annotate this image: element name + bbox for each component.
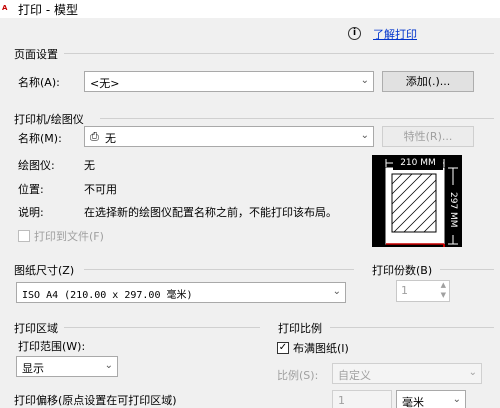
chevron-down-icon: ⌄ [452, 394, 461, 405]
plot-offset-title: 打印偏移(原点设置在可打印区域) [14, 394, 177, 407]
description-value: 在选择新的绘图仪配置名称之前，不能打印该布局。 [84, 206, 337, 219]
copies-value: 1 [401, 284, 408, 297]
page-setup-divider [64, 53, 494, 54]
description-label: 说明: [18, 206, 44, 219]
page-setup-name-value: <无> [90, 77, 120, 90]
plot-scale-title: 打印比例 [278, 322, 322, 335]
spin-up-icon[interactable]: ▲ [441, 281, 446, 289]
chevron-down-icon: ⌄ [468, 367, 477, 378]
info-icon[interactable]: i [348, 27, 361, 40]
plot-area-title: 打印区域 [14, 322, 58, 335]
preview-width-label: 210 MM [393, 157, 443, 170]
copies-divider [440, 269, 494, 270]
scale-combo[interactable]: 自定义 ⌄ [332, 363, 482, 384]
print-to-file-checkbox[interactable] [18, 230, 30, 242]
copies-spinner[interactable]: 1 ▲ ▼ [396, 280, 450, 302]
plot-scale-divider [330, 327, 494, 328]
paper-size-divider [84, 269, 354, 270]
scale-label: 比例(S): [277, 369, 319, 382]
window-title: 打印 - 模型 [18, 3, 78, 17]
printer-title: 打印机/绘图仪 [14, 113, 84, 126]
printer-name-label: 名称(M): [18, 132, 62, 145]
paper-size-combo[interactable]: ISO A4 (210.00 x 297.00 毫米) ⌄ [16, 282, 346, 303]
printer-icon: ⎙ [90, 130, 99, 143]
print-to-file-label: 打印到文件(F) [34, 230, 104, 243]
scale-value: 自定义 [338, 369, 371, 382]
printer-name-value: 无 [105, 132, 116, 145]
scale-unit: 毫米 [402, 396, 424, 408]
copies-title: 打印份数(B) [372, 264, 433, 277]
spin-down-icon[interactable]: ▼ [441, 291, 446, 299]
chevron-down-icon: ⌄ [360, 130, 369, 141]
help-link[interactable]: 了解打印 [373, 26, 417, 42]
paper-size-title: 图纸尺寸(Z) [14, 264, 75, 277]
location-label: 位置: [18, 183, 44, 196]
scale-number: 1 [338, 394, 345, 407]
page-setup-title: 页面设置 [14, 48, 58, 61]
printer-divider [100, 118, 494, 119]
plotter-value: 无 [84, 159, 95, 172]
chevron-down-icon: ⌄ [360, 75, 369, 86]
scale-value-field[interactable]: 1 [332, 390, 392, 408]
plot-range-label: 打印范围(W): [18, 340, 86, 353]
location-value: 不可用 [84, 183, 117, 196]
plot-area-divider [64, 327, 260, 328]
fit-to-paper-label: 布满图纸(I) [293, 342, 349, 355]
chevron-down-icon: ⌄ [104, 360, 113, 371]
page-setup-name-combo[interactable]: <无> ⌄ [84, 71, 374, 92]
app-icon: A [2, 4, 8, 12]
page-setup-name-label: 名称(A): [18, 76, 60, 89]
add-button[interactable]: 添加(.)... [382, 71, 474, 92]
scale-unit-combo[interactable]: 毫米 ⌄ [396, 390, 466, 408]
properties-button[interactable]: 特性(R)... [382, 126, 474, 147]
chevron-down-icon: ⌄ [332, 286, 341, 297]
plotter-label: 绘图仪: [18, 159, 55, 172]
preview-height-label: 297 MM [445, 185, 458, 235]
paper-size-value: ISO A4 (210.00 x 297.00 毫米) [22, 290, 193, 301]
printer-name-combo[interactable]: ⎙ 无 ⌄ [84, 126, 374, 147]
fit-to-paper-checkbox[interactable]: ✓ [277, 342, 289, 354]
plot-range-combo[interactable]: 显示 ⌄ [16, 356, 118, 377]
plot-range-value: 显示 [22, 362, 44, 375]
